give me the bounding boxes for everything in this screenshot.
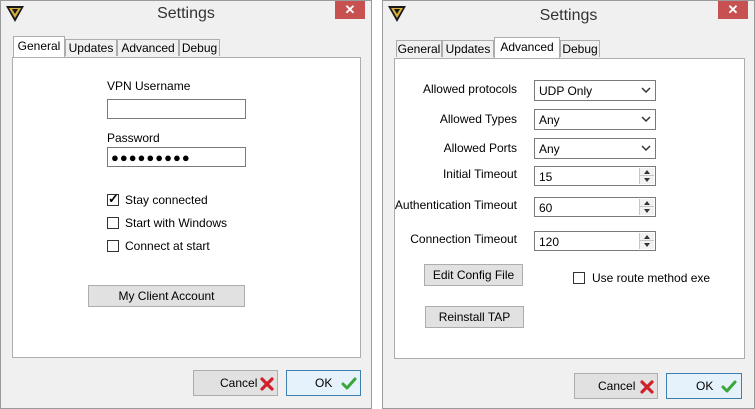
connection-timeout-label: Connection Timeout	[410, 232, 517, 246]
close-button[interactable]: ✕	[718, 1, 748, 19]
spin-down-icon	[644, 178, 650, 182]
ok-button[interactable]: OK	[286, 370, 361, 396]
connection-timeout-spinner[interactable]: 120	[534, 231, 656, 251]
spin-down-button[interactable]	[640, 241, 654, 249]
spin-down-button[interactable]	[640, 207, 654, 215]
cancel-label: Cancel	[220, 376, 258, 390]
allowed-protocols-select[interactable]: UDP Only	[534, 80, 656, 101]
spin-down-button[interactable]	[640, 176, 654, 184]
cancel-button[interactable]: Cancel	[193, 370, 278, 396]
start-with-windows-label: Start with Windows	[125, 216, 228, 230]
title-bar[interactable]: Settings ✕	[1, 1, 371, 29]
settings-window-general: Settings ✕ General Updates Advanced Debu…	[0, 0, 372, 409]
spin-down-icon	[644, 209, 650, 213]
allowed-protocols-label: Allowed protocols	[422, 82, 517, 96]
tab-updates[interactable]: Updates	[442, 40, 494, 57]
allowed-ports-value: Any	[539, 142, 560, 156]
tab-debug[interactable]: Debug	[560, 40, 600, 57]
initial-timeout-value: 15	[539, 170, 553, 184]
spin-down-icon	[644, 243, 650, 247]
cancel-x-icon	[260, 377, 274, 391]
allowed-protocols-value: UDP Only	[539, 84, 593, 98]
connect-at-start-checkbox[interactable]	[107, 240, 119, 252]
initial-timeout-spinner[interactable]: 15	[534, 166, 656, 186]
authentication-timeout-label: Authentication Timeout	[394, 198, 517, 212]
tab-advanced[interactable]: Advanced	[494, 37, 560, 58]
initial-timeout-label: Initial Timeout	[442, 167, 517, 181]
vpn-username-label: VPN Username	[107, 79, 191, 93]
allowed-types-value: Any	[539, 113, 560, 127]
allowed-types-label: Allowed Types	[439, 112, 517, 126]
stay-connected-checkbox[interactable]: ✓	[107, 191, 119, 206]
allowed-ports-label: Allowed Ports	[443, 141, 517, 155]
edit-config-file-button[interactable]: Edit Config File	[424, 264, 523, 286]
password-label: Password	[107, 131, 160, 145]
close-button[interactable]: ✕	[335, 1, 365, 19]
ok-label: OK	[315, 376, 333, 390]
password-input[interactable]: ●●●●●●●●●	[107, 147, 246, 167]
ok-button[interactable]: OK	[666, 373, 742, 399]
window-title: Settings	[157, 5, 215, 22]
cancel-x-icon	[640, 380, 654, 394]
ok-check-icon	[341, 377, 357, 390]
cancel-label: Cancel	[598, 379, 636, 393]
ok-label: OK	[696, 379, 714, 393]
close-icon: ✕	[727, 2, 739, 17]
dropdown-arrow-icon	[641, 145, 651, 152]
spin-up-icon	[644, 201, 650, 205]
settings-window-advanced: Settings ✕ General Updates Advanced Debu…	[382, 0, 755, 409]
reinstall-tap-button[interactable]: Reinstall TAP	[425, 306, 524, 328]
start-with-windows-checkbox[interactable]	[107, 217, 119, 229]
use-route-method-checkbox[interactable]	[573, 272, 585, 284]
tab-debug[interactable]: Debug	[179, 39, 220, 56]
cancel-button[interactable]: Cancel	[574, 373, 658, 399]
spin-up-button[interactable]	[640, 199, 654, 207]
connect-at-start-label: Connect at start	[125, 239, 210, 253]
dropdown-arrow-icon	[641, 87, 651, 94]
checkmark-icon: ✓	[108, 191, 119, 206]
tab-advanced[interactable]: Advanced	[117, 39, 179, 56]
ok-check-icon	[721, 380, 737, 393]
window-title: Settings	[539, 7, 598, 24]
tab-general[interactable]: General	[396, 40, 442, 57]
tab-updates[interactable]: Updates	[65, 39, 117, 56]
vpn-username-input[interactable]	[107, 99, 246, 119]
spin-up-button[interactable]	[640, 233, 654, 241]
spin-up-icon	[644, 235, 650, 239]
spin-up-button[interactable]	[640, 168, 654, 176]
password-value: ●●●●●●●●●	[111, 150, 191, 165]
connection-timeout-value: 120	[539, 235, 560, 249]
allowed-ports-select[interactable]: Any	[534, 138, 656, 159]
authentication-timeout-value: 60	[539, 201, 553, 215]
stay-connected-label: Stay connected	[125, 193, 208, 207]
use-route-method-label: Use route method exe	[592, 271, 711, 285]
title-bar[interactable]: Settings ✕	[383, 1, 754, 29]
my-client-account-button[interactable]: My Client Account	[88, 285, 245, 307]
spin-up-icon	[644, 170, 650, 174]
close-icon: ✕	[344, 2, 356, 17]
dropdown-arrow-icon	[641, 116, 651, 123]
authentication-timeout-spinner[interactable]: 60	[534, 197, 656, 217]
allowed-types-select[interactable]: Any	[534, 109, 656, 130]
tab-general[interactable]: General	[13, 36, 65, 57]
